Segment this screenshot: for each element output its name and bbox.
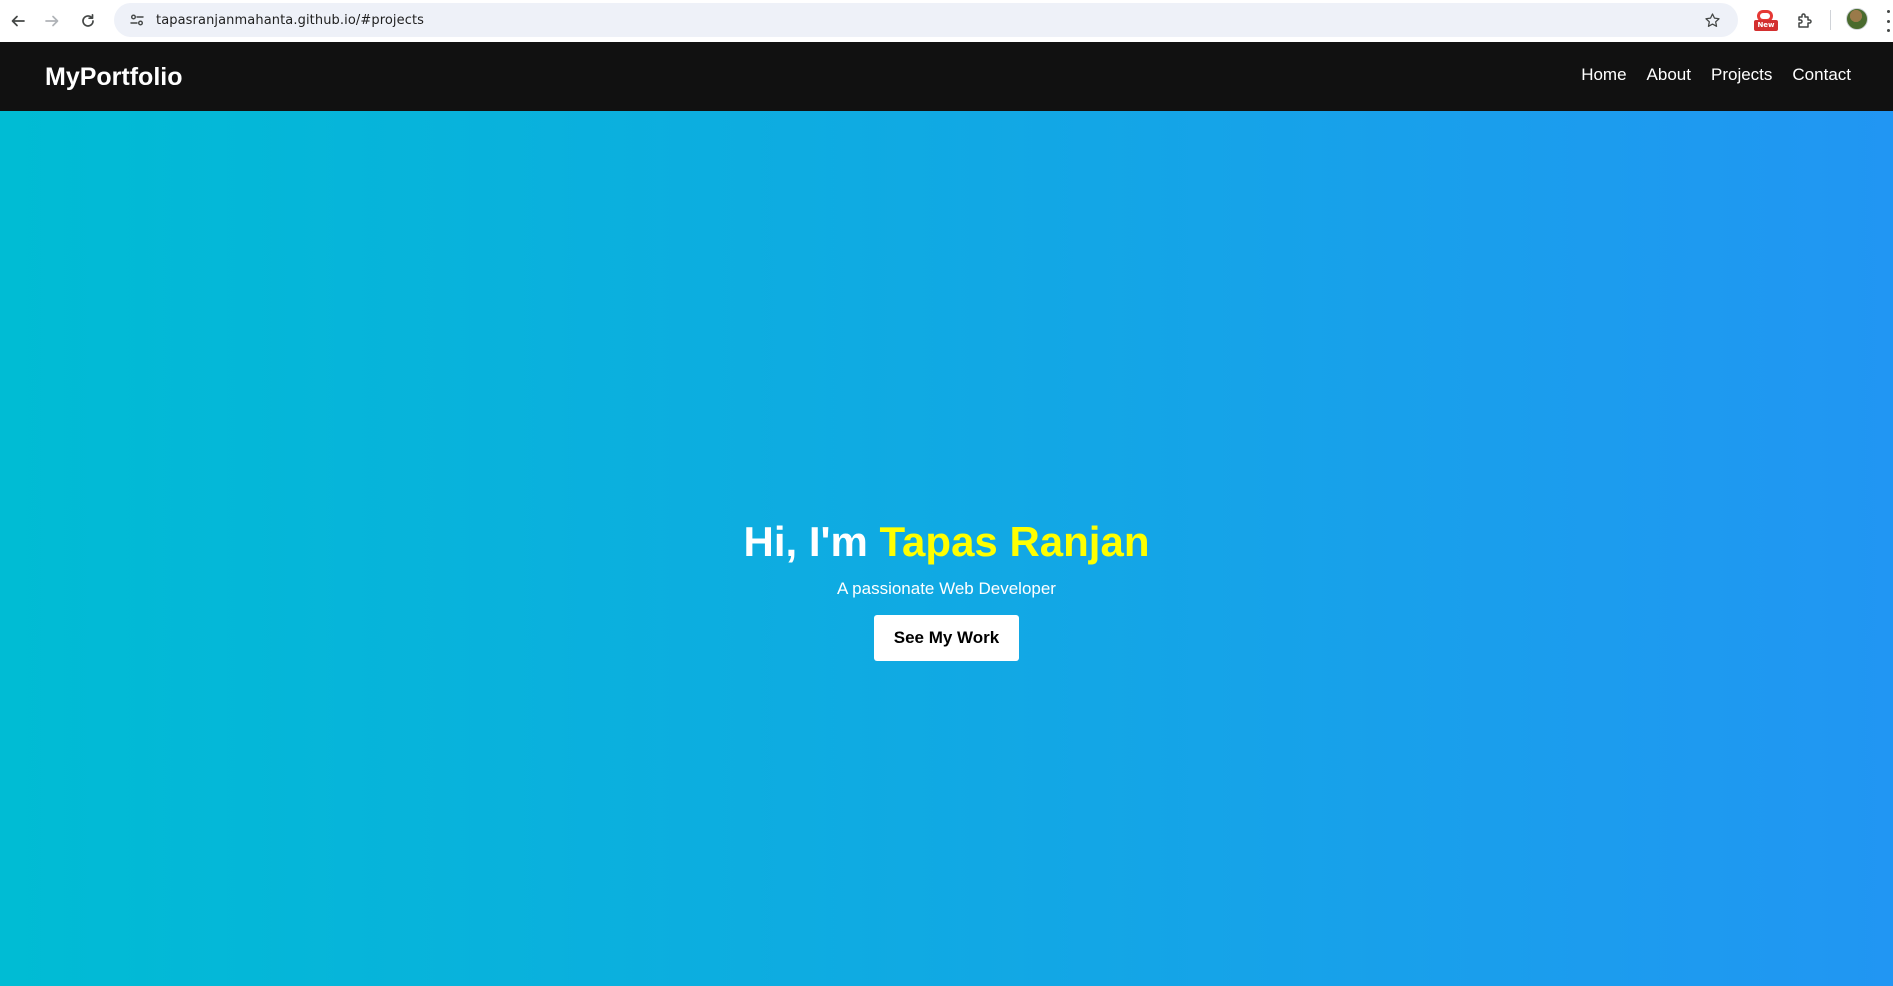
hero-title: Hi, I'm Tapas Ranjan bbox=[0, 516, 1893, 568]
profile-avatar[interactable] bbox=[1846, 8, 1868, 30]
back-arrow-icon[interactable] bbox=[0, 3, 36, 39]
main-nav: Home About Projects Contact bbox=[1561, 64, 1851, 86]
hero-content: Hi, I'm Tapas Ranjan A passionate Web De… bbox=[0, 516, 1893, 661]
nav-link-contact[interactable]: Contact bbox=[1792, 64, 1851, 86]
url-text[interactable]: tapasranjanmahanta.github.io/#projects bbox=[156, 13, 424, 28]
puzzle-icon[interactable] bbox=[1792, 8, 1818, 34]
browser-toolbar: tapasranjanmahanta.github.io/#projects N… bbox=[0, 0, 1893, 42]
site-header: MyPortfolio Home About Projects Contact bbox=[0, 42, 1893, 111]
nav-link-about[interactable]: About bbox=[1647, 64, 1691, 86]
forward-arrow-icon[interactable] bbox=[34, 3, 70, 39]
hero-subtitle: A passionate Web Developer bbox=[837, 579, 1056, 598]
reload-icon[interactable] bbox=[70, 3, 106, 39]
nav-link-projects[interactable]: Projects bbox=[1711, 64, 1772, 86]
hero-section: Hi, I'm Tapas Ranjan A passionate Web De… bbox=[0, 111, 1893, 986]
extension-badge: New bbox=[1757, 21, 1775, 29]
more-menu-icon[interactable] bbox=[1884, 10, 1893, 32]
see-my-work-button[interactable]: See My Work bbox=[873, 615, 1020, 661]
site-logo[interactable]: MyPortfolio bbox=[45, 62, 183, 92]
site-info-icon[interactable] bbox=[120, 3, 154, 37]
address-bar[interactable]: tapasranjanmahanta.github.io/#projects bbox=[114, 3, 1738, 37]
toolbar-divider bbox=[1830, 10, 1831, 30]
nav-link-home[interactable]: Home bbox=[1581, 64, 1626, 86]
extension-icon[interactable]: New bbox=[1752, 8, 1780, 34]
bookmark-star-icon[interactable] bbox=[1700, 8, 1724, 32]
hero-name: Tapas Ranjan bbox=[879, 518, 1150, 565]
hero-greeting: Hi, I'm bbox=[743, 518, 880, 565]
